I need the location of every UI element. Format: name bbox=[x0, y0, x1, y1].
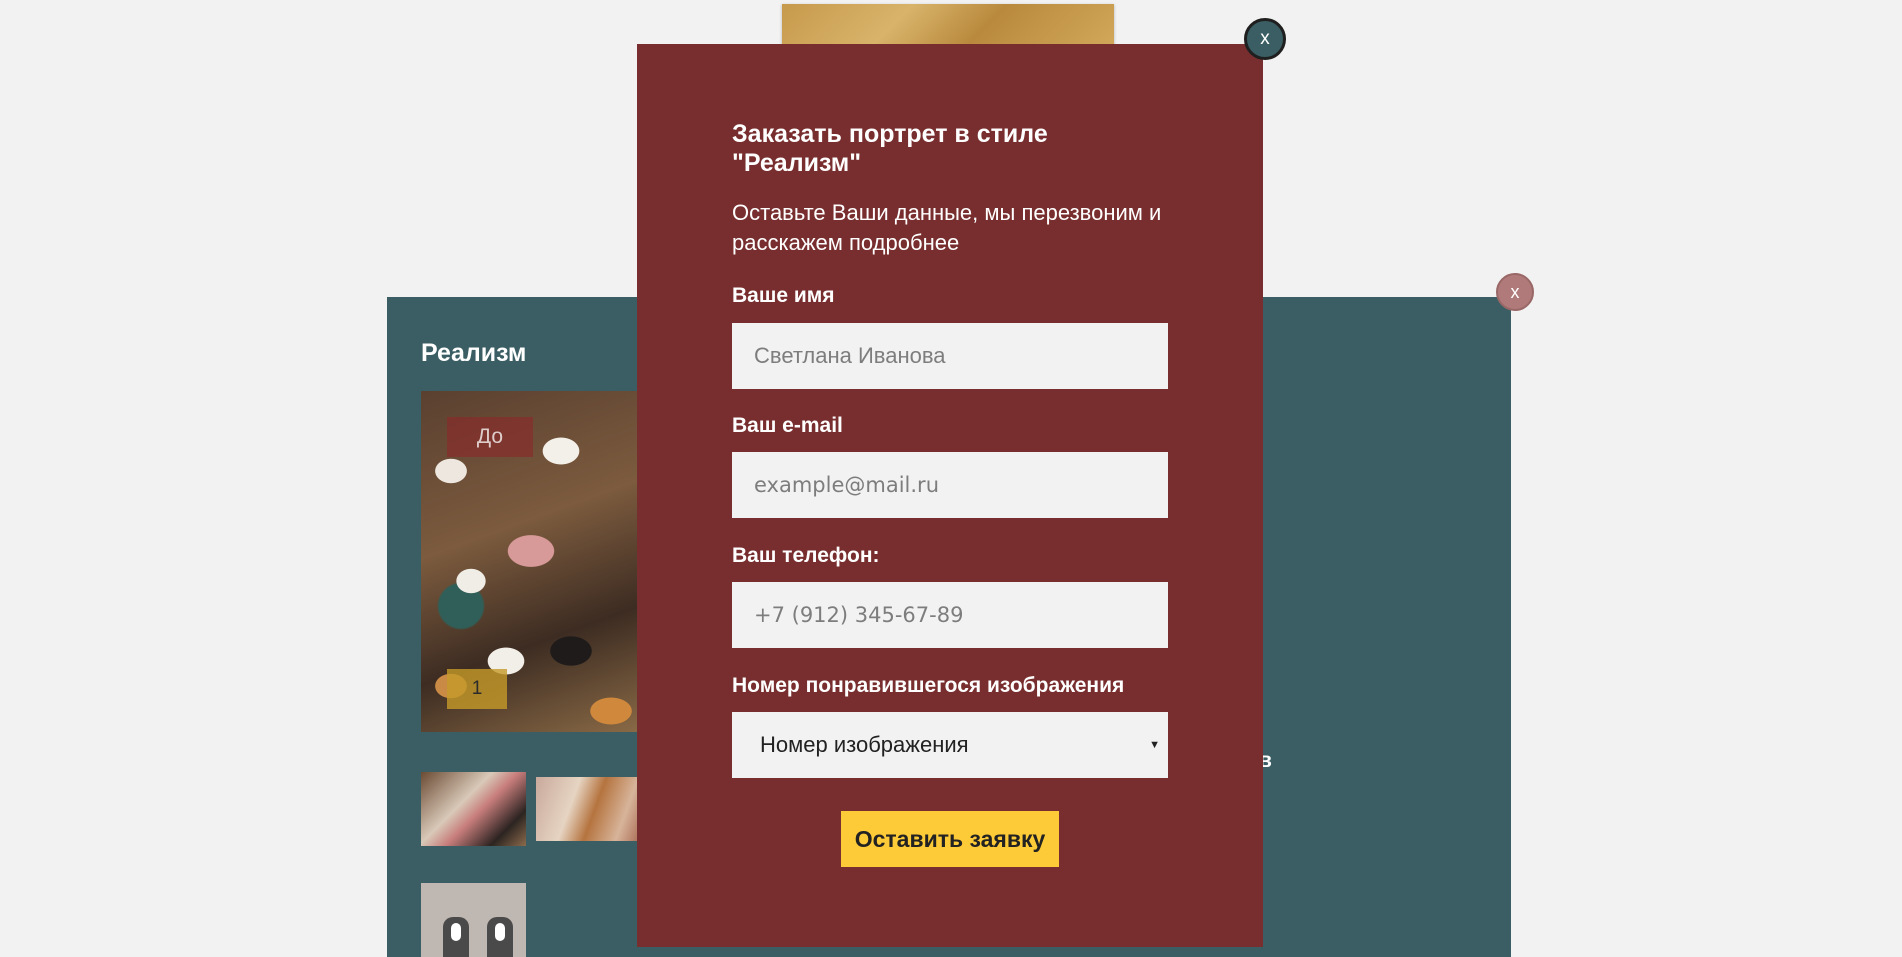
submit-button[interactable]: Оставить заявку bbox=[841, 811, 1059, 867]
top-artwork-image bbox=[782, 4, 1114, 48]
image-number-select[interactable]: Номер изображения ▼ bbox=[732, 712, 1168, 778]
order-form: Заказать портрет в стиле "Реализм" Остав… bbox=[732, 44, 1168, 778]
gallery-thumbnail-2[interactable] bbox=[536, 777, 641, 841]
before-label: До bbox=[447, 417, 533, 457]
cat-figure bbox=[487, 917, 513, 957]
image-number-badge: 1 bbox=[447, 669, 507, 709]
order-modal: Заказать портрет в стиле "Реализм" Остав… bbox=[637, 44, 1263, 947]
gallery-main-image: До 1 bbox=[421, 391, 641, 732]
phone-field[interactable]: +7 (912) 345-67-89 bbox=[732, 582, 1168, 648]
modal-title: Заказать портрет в стиле "Реализм" bbox=[732, 120, 1048, 177]
name-field[interactable]: Светлана Иванова bbox=[732, 323, 1168, 389]
email-label: Ваш e-mail bbox=[732, 414, 843, 437]
email-placeholder: example@mail.ru bbox=[754, 473, 940, 497]
email-field[interactable]: example@mail.ru bbox=[732, 452, 1168, 518]
name-placeholder: Светлана Иванова bbox=[754, 343, 946, 368]
caret-down-icon: ▼ bbox=[1149, 739, 1160, 751]
modal-subtitle: Оставьте Ваши данные, мы перезвоним и ра… bbox=[732, 200, 1162, 255]
phone-label: Ваш телефон: bbox=[732, 544, 880, 567]
panel-close-button[interactable]: x bbox=[1496, 273, 1534, 311]
image-number-selected: Номер изображения bbox=[760, 732, 969, 757]
style-panel-title: Реализм bbox=[421, 339, 527, 367]
cat-figure bbox=[443, 917, 469, 957]
name-label: Ваше имя bbox=[732, 284, 835, 307]
image-number-label: Номер понравившегося изображения bbox=[732, 674, 1125, 697]
gallery-thumbnail-1[interactable] bbox=[421, 772, 526, 846]
gallery-thumbnail-3[interactable] bbox=[421, 883, 526, 957]
phone-placeholder: +7 (912) 345-67-89 bbox=[754, 603, 964, 627]
modal-close-button[interactable]: x bbox=[1244, 18, 1286, 60]
